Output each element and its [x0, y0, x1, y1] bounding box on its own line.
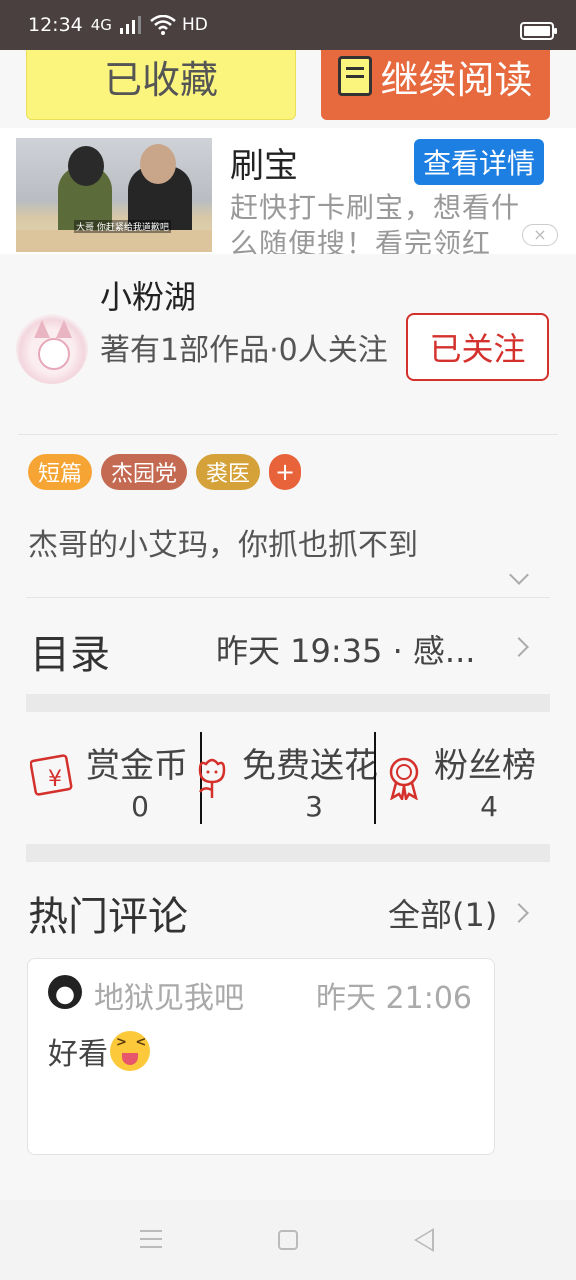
commenter-avatar[interactable] [48, 975, 82, 1009]
commenter-name[interactable]: 地狱见我吧 [94, 973, 244, 1017]
home-icon[interactable] [278, 1230, 298, 1250]
ad-description: 赶快打卡刷宝，想看什么随便搜！看完领红 [230, 191, 521, 254]
section-separator [26, 844, 550, 862]
ad-detail-button[interactable]: 查看详情 [414, 139, 544, 185]
book-icon [338, 56, 373, 96]
comment-time: 昨天 21:06 [316, 981, 472, 1016]
ad-banner[interactable]: 大哥 你赶紧给我道歉吧 刷宝 查看详情 赶快打卡刷宝，想看什么随便搜！看完领红 [0, 128, 576, 254]
network-signal-icon: 4G [90, 16, 112, 34]
add-tag-button[interactable]: + [269, 454, 302, 490]
svg-text:¥: ¥ [48, 767, 62, 792]
book-intro[interactable]: 杰哥的小艾玛，你抓也抓不到 [28, 520, 418, 564]
section-separator [26, 694, 550, 712]
avatar-face [38, 338, 70, 370]
flower-icon [198, 758, 226, 798]
avatar-ear-right [56, 320, 72, 338]
tag-item[interactable]: 短篇 [28, 454, 93, 490]
fans-ranking-label[interactable]: 粉丝榜 [434, 738, 536, 787]
author-name[interactable]: 小粉湖 [100, 272, 196, 318]
system-nav-bar [0, 1200, 576, 1280]
comment-text-row: 好看 [48, 1029, 150, 1073]
avatar-ear-left [34, 320, 50, 338]
tag-item[interactable]: 裘医 [196, 454, 261, 490]
reward-coins-count: 0 [131, 790, 149, 823]
ad-video-thumbnail[interactable]: 大哥 你赶紧给我道歉吧 [16, 138, 212, 252]
battery-icon [520, 22, 557, 40]
catalog-latest-chapter[interactable]: 昨天 19:35 · 感... [216, 626, 480, 672]
free-flowers-label[interactable]: 免费送花 [242, 738, 378, 787]
divider [26, 597, 550, 598]
menu-icon[interactable] [140, 1230, 162, 1254]
divider [18, 434, 558, 435]
thumbnail-head-left [68, 146, 104, 186]
reward-coins-label[interactable]: 赏金币 [86, 738, 188, 787]
hot-comments-title: 热门评论 [28, 894, 188, 940]
status-time: 12:34 [28, 14, 83, 36]
tag-item[interactable]: 杰园党 [101, 454, 188, 490]
comment-card[interactable]: 地狱见我吧 昨天 21:06 好看 [27, 958, 495, 1155]
fans-ranking-count: 4 [480, 790, 498, 823]
tag-list: 短篇 杰园党 裘医 + [28, 454, 302, 490]
author-avatar[interactable] [16, 312, 88, 384]
chevron-down-icon[interactable] [509, 565, 529, 585]
back-icon[interactable] [414, 1228, 434, 1252]
chevron-right-icon[interactable] [509, 637, 529, 657]
thumbnail-subtitle: 大哥 你赶紧给我道歉吧 [74, 220, 171, 233]
tongue-face-emoji-icon [110, 1031, 150, 1071]
comment-text: 好看 [48, 1037, 108, 1072]
hd-indicator: HD [181, 15, 208, 35]
free-flowers-count: 3 [305, 790, 323, 823]
collected-label: 已收藏 [103, 57, 218, 102]
all-comments-link[interactable]: 全部(1) [388, 890, 497, 936]
ad-close-icon[interactable]: × [522, 224, 558, 246]
stat-divider [374, 732, 376, 824]
red-envelope-icon: ¥ [30, 754, 73, 796]
wifi-icon [150, 15, 176, 35]
thumbnail-table [16, 230, 212, 252]
signal-bars-icon [119, 16, 141, 34]
chevron-right-icon[interactable] [509, 903, 529, 923]
medal-icon [389, 757, 419, 800]
author-meta: 著有1部作品·0人关注 [100, 333, 388, 368]
ad-title: 刷宝 [230, 146, 298, 186]
thumbnail-head-right [140, 144, 176, 184]
continue-reading-label: 继续阅读 [380, 57, 533, 102]
follow-button[interactable]: 已关注 [406, 313, 549, 381]
catalog-title[interactable]: 目录 [30, 622, 110, 680]
status-bar: 12:34 4G HD [0, 0, 576, 50]
